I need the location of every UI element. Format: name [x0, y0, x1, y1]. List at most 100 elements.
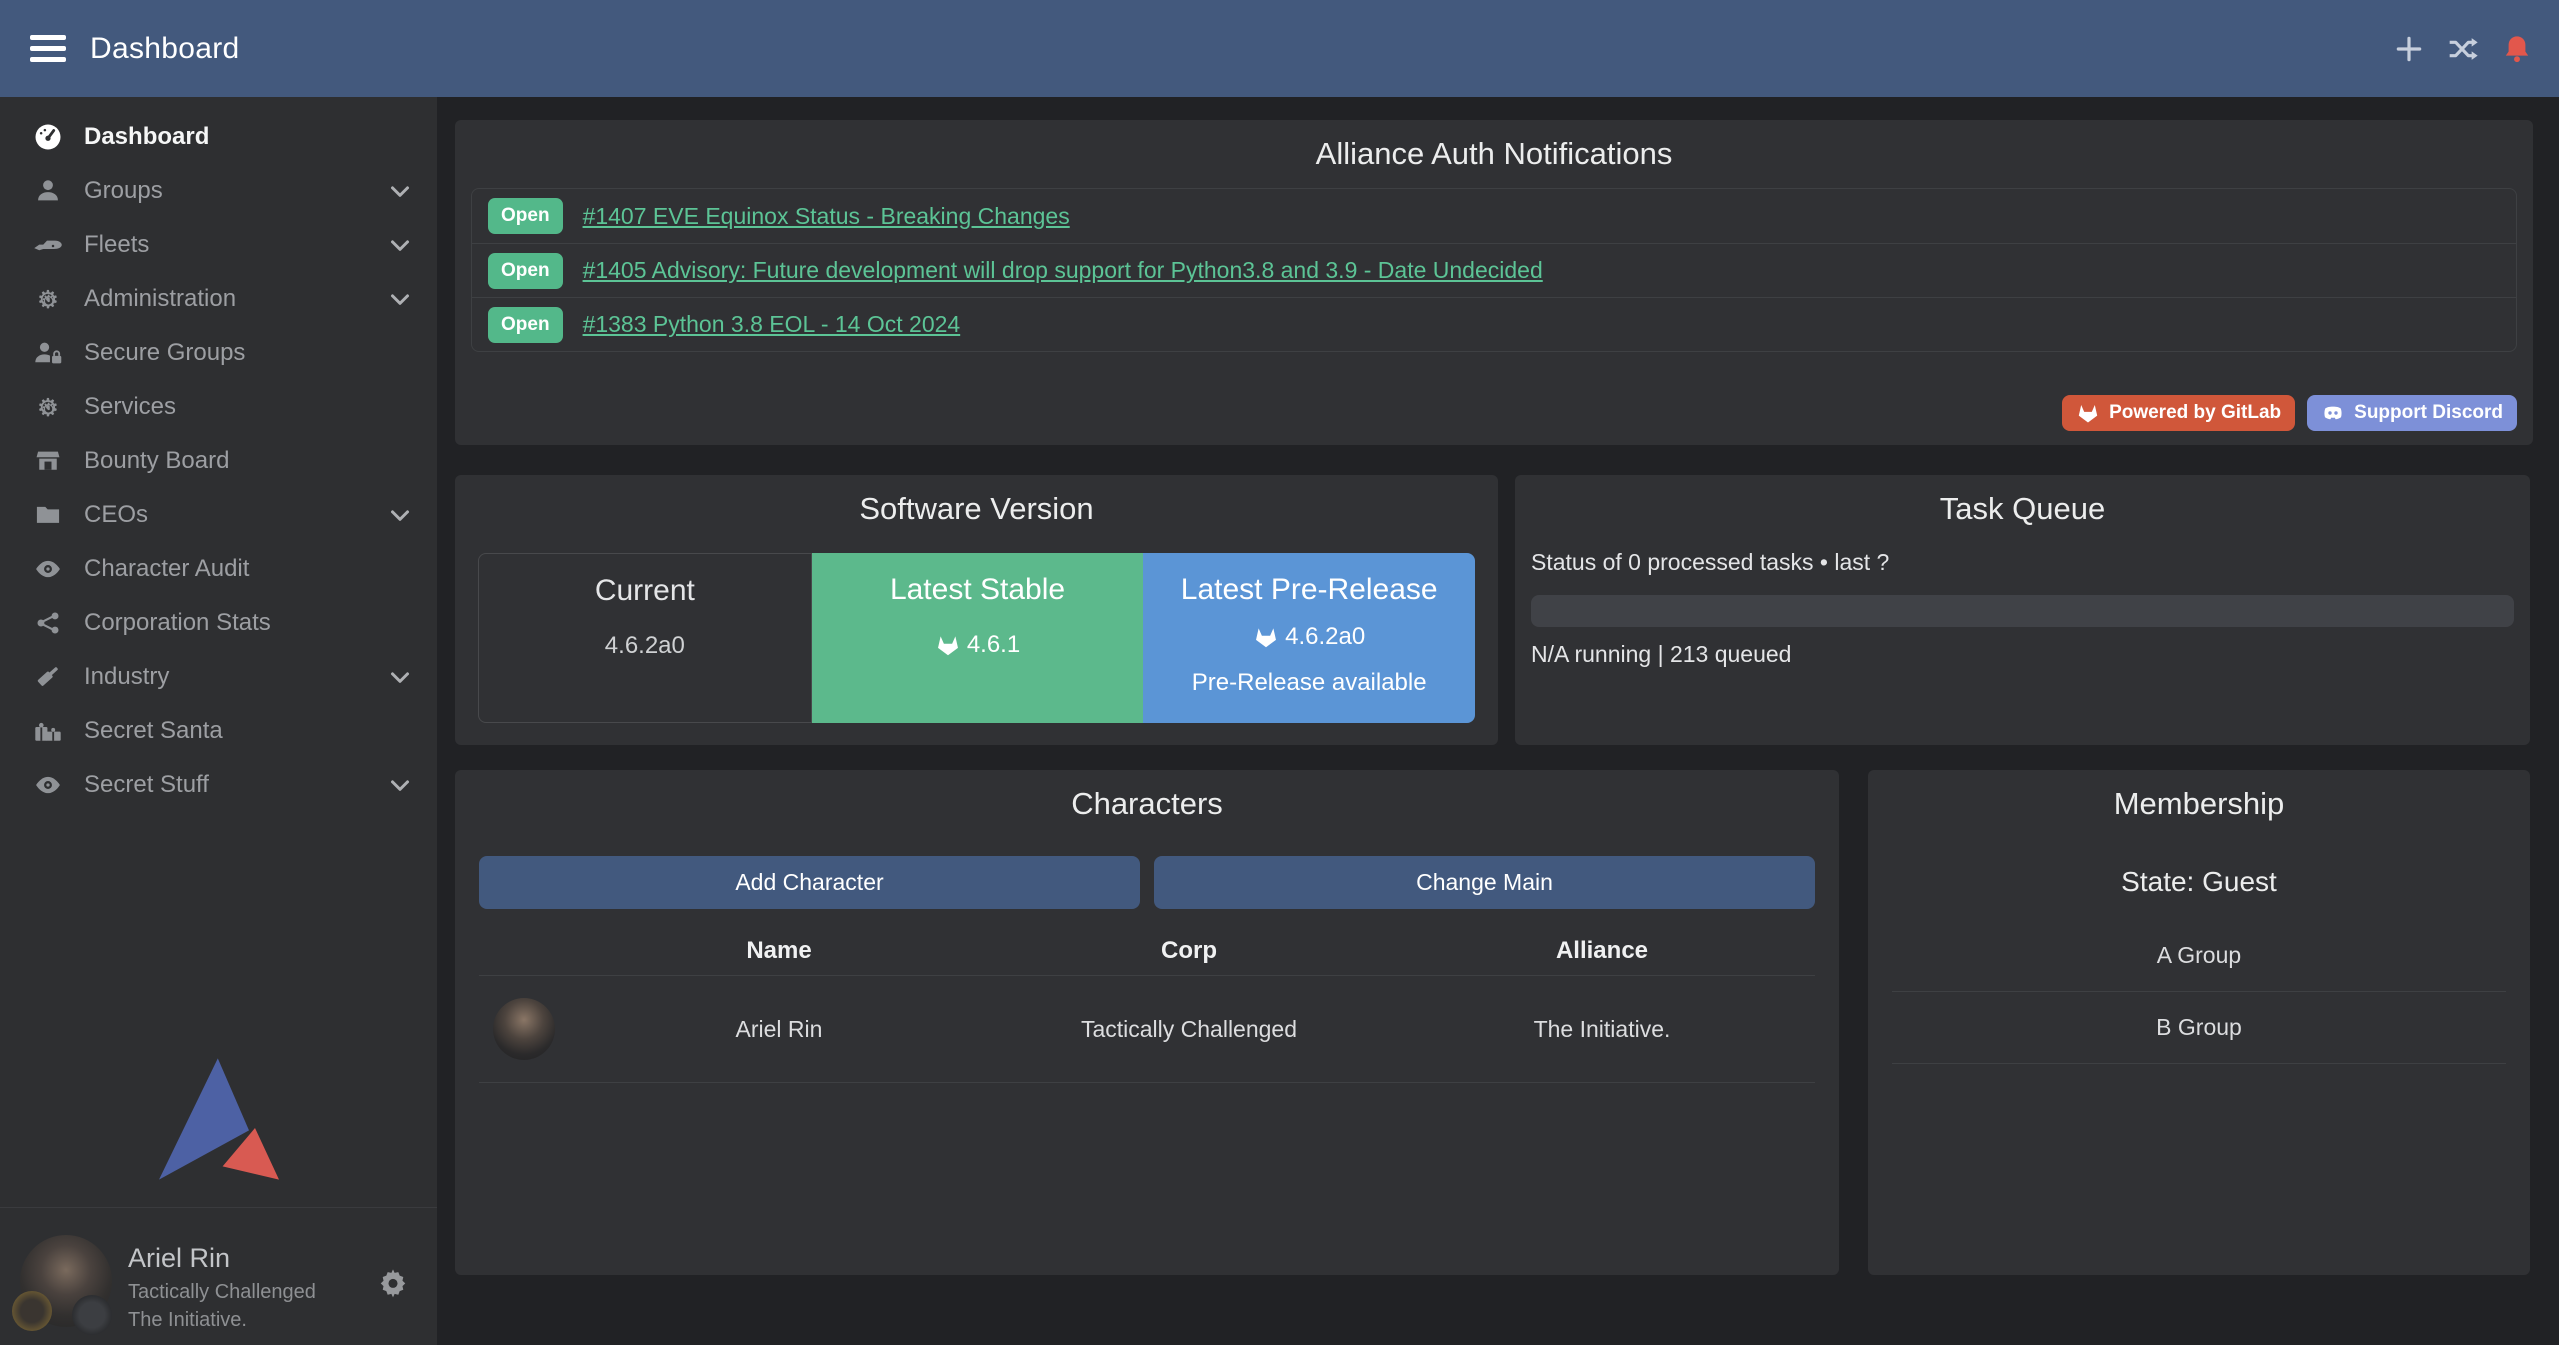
- badge-label: Powered by GitLab: [2109, 402, 2281, 424]
- user-name: Ariel Rin: [128, 1243, 230, 1274]
- task-queue-title: Task Queue: [1515, 491, 2530, 527]
- powered-by-gitlab-badge[interactable]: Powered by GitLab: [2062, 395, 2295, 431]
- shuttle-icon: [28, 230, 68, 260]
- notification-row: Open #1383 Python 3.8 EOL - 14 Oct 2024: [472, 297, 2516, 351]
- chevron-down-icon: [385, 662, 415, 692]
- chevron-down-icon: [385, 500, 415, 530]
- gitlab-icon: [2076, 401, 2100, 425]
- notification-link[interactable]: #1405 Advisory: Future development will …: [583, 257, 1543, 284]
- gauge-icon: [28, 122, 68, 152]
- sidebar-item-label: Administration: [84, 285, 236, 313]
- gitlab-icon: [1253, 624, 1279, 650]
- sidebar-item-corporation-stats[interactable]: Corporation Stats: [0, 596, 437, 650]
- chevron-down-icon: [385, 770, 415, 800]
- membership-state: State: Guest: [1868, 866, 2530, 898]
- badge-label: Support Discord: [2354, 402, 2503, 424]
- membership-groups-list: A Group B Group: [1892, 920, 2506, 1064]
- task-queue-counts: N/A running | 213 queued: [1531, 641, 1791, 668]
- sidebar-menu: Dashboard Groups Fleets ⚙⚙ Administratio…: [0, 110, 437, 812]
- list-item: A Group: [1892, 920, 2506, 992]
- version-cell-value: 4.6.2a0: [1143, 623, 1475, 651]
- gifts-icon: [28, 716, 68, 746]
- character-corp: Tactically Challenged: [989, 1016, 1389, 1043]
- sidebar-item-secure-groups[interactable]: Secure Groups: [0, 326, 437, 380]
- chevron-down-icon: [385, 230, 415, 260]
- characters-table: Name Corp Alliance Ariel Rin Tactically …: [479, 927, 1815, 1083]
- user-lock-icon: [28, 338, 68, 368]
- notification-row: Open #1405 Advisory: Future development …: [472, 243, 2516, 297]
- sidebar-item-secret-stuff[interactable]: Secret Stuff: [0, 758, 437, 812]
- discord-icon: [2321, 401, 2345, 425]
- sidebar-item-label: Fleets: [84, 231, 149, 259]
- shuffle-icon[interactable]: [2447, 33, 2479, 65]
- notification-link[interactable]: #1383 Python 3.8 EOL - 14 Oct 2024: [583, 311, 961, 338]
- user-panel: Ariel Rin Tactically Challenged The Init…: [0, 1225, 437, 1345]
- sidebar-item-character-audit[interactable]: Character Audit: [0, 542, 437, 596]
- version-cell-label: Latest Pre-Release: [1143, 573, 1475, 607]
- sidebar-divider: [0, 1207, 437, 1208]
- gitlab-icon: [935, 632, 961, 658]
- sidebar-item-administration[interactable]: ⚙⚙ Administration: [0, 272, 437, 326]
- folder-icon: [28, 500, 68, 530]
- sidebar-item-label: Secure Groups: [84, 339, 245, 367]
- character-name: Ariel Rin: [569, 1016, 989, 1043]
- sidebar-item-label: Bounty Board: [84, 447, 229, 475]
- version-prerelease-cell: Latest Pre-Release 4.6.2a0 Pre-Release a…: [1143, 553, 1475, 723]
- prerelease-note: Pre-Release available: [1143, 669, 1475, 697]
- user-alliance: The Initiative.: [128, 1309, 247, 1332]
- version-current-cell: Current 4.6.2a0: [478, 553, 812, 723]
- sidebar-item-label: Groups: [84, 177, 163, 205]
- status-badge: Open: [488, 307, 563, 343]
- share-icon: [28, 608, 68, 638]
- corp-logo-badge: [12, 1291, 52, 1331]
- menu-toggle-icon[interactable]: [30, 35, 66, 62]
- page-title: Dashboard: [90, 32, 239, 66]
- membership-title: Membership: [1868, 786, 2530, 822]
- software-version-panel: Software Version Current 4.6.2a0 Latest …: [455, 475, 1498, 745]
- column-header-corp: Corp: [989, 937, 1389, 965]
- notifications-list: Open #1407 EVE Equinox Status - Breaking…: [471, 188, 2517, 352]
- sidebar-item-fleets[interactable]: Fleets: [0, 218, 437, 272]
- character-portrait: [493, 998, 555, 1060]
- top-navbar: Dashboard: [0, 0, 2559, 97]
- sidebar: Dashboard Groups Fleets ⚙⚙ Administratio…: [0, 97, 437, 1345]
- software-version-title: Software Version: [455, 491, 1498, 527]
- sidebar-item-ceos[interactable]: CEOs: [0, 488, 437, 542]
- table-row: Ariel Rin Tactically Challenged The Init…: [479, 975, 1815, 1083]
- support-discord-badge[interactable]: Support Discord: [2307, 395, 2517, 431]
- chevron-down-icon: [385, 284, 415, 314]
- notification-link[interactable]: #1407 EVE Equinox Status - Breaking Chan…: [583, 203, 1070, 230]
- sidebar-item-bounty-board[interactable]: Bounty Board: [0, 434, 437, 488]
- version-cell-value: 4.6.1: [812, 631, 1144, 659]
- status-badge: Open: [488, 198, 563, 234]
- sidebar-item-label: CEOs: [84, 501, 148, 529]
- task-queue-panel: Task Queue Status of 0 processed tasks •…: [1515, 475, 2530, 745]
- sidebar-item-dashboard[interactable]: Dashboard: [0, 110, 437, 164]
- characters-title: Characters: [455, 786, 1839, 822]
- user-settings-gear-icon[interactable]: [377, 1267, 409, 1299]
- status-badge: Open: [488, 253, 563, 289]
- sidebar-item-groups[interactable]: Groups: [0, 164, 437, 218]
- sidebar-item-label: Secret Stuff: [84, 771, 209, 799]
- sidebar-item-label: Character Audit: [84, 555, 249, 583]
- user-icon: [28, 176, 68, 206]
- version-cell-label: Latest Stable: [812, 573, 1144, 607]
- gears-icon: ⚙⚙: [28, 392, 68, 422]
- add-character-button[interactable]: Add Character: [479, 856, 1140, 909]
- add-icon[interactable]: [2393, 33, 2425, 65]
- version-cell-label: Current: [479, 574, 811, 608]
- version-stable-cell: Latest Stable 4.6.1: [812, 553, 1144, 723]
- sidebar-item-label: Industry: [84, 663, 169, 691]
- hammer-icon: [28, 662, 68, 692]
- sidebar-item-secret-santa[interactable]: Secret Santa: [0, 704, 437, 758]
- sidebar-item-services[interactable]: ⚙⚙ Services: [0, 380, 437, 434]
- sidebar-item-label: Corporation Stats: [84, 609, 271, 637]
- notifications-bell-icon[interactable]: [2501, 33, 2533, 65]
- change-main-button[interactable]: Change Main: [1154, 856, 1815, 909]
- chevron-down-icon: [385, 176, 415, 206]
- alliance-logo-badge: [72, 1295, 112, 1335]
- membership-panel: Membership State: Guest A Group B Group: [1868, 770, 2530, 1275]
- task-queue-status: Status of 0 processed tasks • last ?: [1531, 549, 1889, 576]
- eye-icon: [28, 554, 68, 584]
- sidebar-item-industry[interactable]: Industry: [0, 650, 437, 704]
